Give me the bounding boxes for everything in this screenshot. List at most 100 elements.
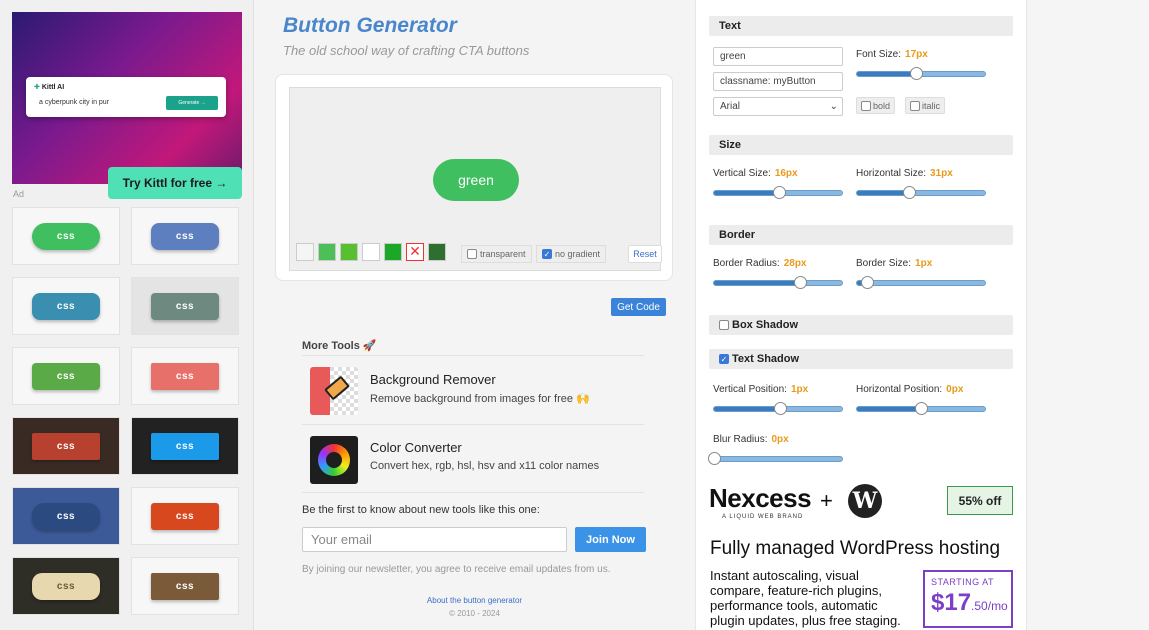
gallery-tile[interactable]: css xyxy=(131,487,239,545)
italic-checkbox[interactable] xyxy=(910,100,920,111)
bold-checkbox[interactable] xyxy=(861,100,871,111)
slider-handle[interactable] xyxy=(861,276,875,289)
blur-radius-label-text: Blur Radius: xyxy=(713,434,768,445)
eraser-icon[interactable] xyxy=(310,367,358,415)
join-now-button[interactable]: Join Now xyxy=(575,527,646,552)
kittl-logo-icon: ✚ xyxy=(34,84,40,91)
slider-handle[interactable] xyxy=(914,402,928,415)
horizontal-size-slider[interactable] xyxy=(856,186,986,199)
tool-desc-background-remover: Remove background from images for free 🙌 xyxy=(370,393,590,405)
try-kittl-button[interactable]: Try Kittl for free → xyxy=(108,167,242,199)
color-swatch[interactable] xyxy=(340,243,358,261)
tool-title-color-converter[interactable]: Color Converter xyxy=(370,440,462,455)
font-size-slider[interactable] xyxy=(856,67,986,80)
color-wheel-icon[interactable] xyxy=(310,436,358,484)
slider-handle[interactable] xyxy=(708,452,721,465)
section-size-label: Size xyxy=(719,139,742,151)
border-size-value: 1px xyxy=(915,258,933,269)
ad-generate-button: Generate → xyxy=(166,96,218,110)
border-size-slider[interactable] xyxy=(856,276,986,289)
section-border: Border xyxy=(709,225,1013,245)
italic-toggle[interactable]: italic xyxy=(905,97,946,114)
gallery-tile[interactable]: css xyxy=(12,557,120,615)
color-swatch[interactable] xyxy=(384,243,402,261)
tool-title-background-remover[interactable]: Background Remover xyxy=(370,372,496,387)
text-shadow-checkbox[interactable]: ✓ xyxy=(719,354,729,364)
price-suffix: .50/mo xyxy=(971,599,1008,613)
vertical-size-slider[interactable] xyxy=(713,186,843,199)
ad-body: Instant autoscaling, visual compare, fea… xyxy=(710,568,901,628)
slider-handle[interactable] xyxy=(774,402,788,415)
gallery-tile[interactable]: css xyxy=(12,207,120,265)
color-swatch[interactable] xyxy=(296,243,314,261)
about-link[interactable]: About the button generator xyxy=(254,596,695,605)
vertical-position-slider[interactable] xyxy=(713,402,843,415)
gallery-button-sample: css xyxy=(151,502,219,530)
gallery-tile[interactable]: css xyxy=(131,417,239,475)
ad-brand: ✚ Kittl AI xyxy=(34,83,64,91)
section-box-shadow[interactable]: Box Shadow xyxy=(709,315,1013,335)
border-size-label-text: Border Size: xyxy=(856,258,912,269)
text-input[interactable]: green xyxy=(713,47,843,66)
price-box[interactable]: STARTING AT $17.50/mo xyxy=(923,570,1013,628)
slider-handle[interactable] xyxy=(909,67,923,80)
remove-color-icon[interactable]: ✕ xyxy=(406,243,424,261)
font-select-value: Arial xyxy=(720,101,741,112)
nexcess-logo[interactable]: Nexcess xyxy=(709,483,812,514)
transparent-checkbox[interactable] xyxy=(467,249,477,259)
classname-input[interactable]: classname: myButton xyxy=(713,72,843,91)
gallery-tile[interactable]: css xyxy=(12,417,120,475)
gallery-tile[interactable]: css xyxy=(131,557,239,615)
vertical-size-label-text: Vertical Size: xyxy=(713,168,771,179)
blur-radius-slider[interactable] xyxy=(708,452,843,465)
vertical-position-label-text: Vertical Position: xyxy=(713,384,787,395)
slider-fill xyxy=(857,191,909,195)
no-gradient-checkbox[interactable]: ✓ xyxy=(542,249,552,259)
border-radius-slider[interactable] xyxy=(713,276,843,289)
no-gradient-option[interactable]: ✓ no gradient xyxy=(536,245,607,263)
slider-handle[interactable] xyxy=(793,276,807,289)
box-shadow-checkbox[interactable] xyxy=(719,320,729,330)
horizontal-position-slider[interactable] xyxy=(856,402,986,415)
color-swatch[interactable] xyxy=(318,243,336,261)
transparent-label: transparent xyxy=(480,249,526,259)
font-select[interactable]: Arial ⌄ xyxy=(713,97,843,116)
ad-headline[interactable]: Fully managed WordPress hosting xyxy=(710,538,1000,560)
horizontal-size-label: Horizontal Size: 31px xyxy=(856,168,953,179)
horizontal-position-label-text: Horizontal Position: xyxy=(856,384,943,395)
slider-handle[interactable] xyxy=(903,186,916,199)
bold-toggle[interactable]: bold xyxy=(856,97,896,114)
transparent-option[interactable]: transparent xyxy=(461,245,532,263)
font-size-label: Font Size: 17px xyxy=(856,49,928,60)
discount-badge[interactable]: 55% off xyxy=(947,486,1013,515)
gallery-button-sample: css xyxy=(151,362,219,390)
newsletter-text: Be the first to know about new tools lik… xyxy=(302,504,540,516)
color-swatch[interactable] xyxy=(428,243,446,261)
ad-brand-text: Kittl AI xyxy=(41,84,65,91)
vertical-position-label: Vertical Position: 1px xyxy=(713,384,808,395)
color-swatch[interactable] xyxy=(362,243,380,261)
gallery-tile[interactable]: css xyxy=(12,347,120,405)
gallery-tile[interactable]: css xyxy=(131,207,239,265)
section-text-shadow[interactable]: ✓ Text Shadow xyxy=(709,349,1013,369)
get-code-button[interactable]: Get Code xyxy=(611,298,666,316)
email-input[interactable]: Your email xyxy=(302,527,567,552)
kittl-ad-banner[interactable]: ✚ Kittl AI a cyberpunk city in pur Genera… xyxy=(12,12,242,184)
section-size: Size xyxy=(709,135,1013,155)
gallery-tile[interactable]: css xyxy=(12,487,120,545)
more-tools-title: More Tools 🚀 xyxy=(302,340,377,352)
section-border-label: Border xyxy=(719,229,756,241)
vertical-position-value: 1px xyxy=(790,384,809,395)
horizontal-size-label-text: Horizontal Size: xyxy=(856,168,927,179)
divider xyxy=(302,355,644,356)
preview-card: green ✕ transparent ✓ no gradient Reset xyxy=(275,74,673,281)
preview-button[interactable]: green xyxy=(433,159,519,201)
reset-button[interactable]: Reset xyxy=(628,245,662,263)
nexcess-tagline: A LIQUID WEB BRAND xyxy=(722,514,804,520)
gallery-tile[interactable]: css xyxy=(131,277,239,335)
gallery-tile[interactable]: css xyxy=(12,277,120,335)
ad-prompt-card: ✚ Kittl AI a cyberpunk city in pur Genera… xyxy=(26,77,226,117)
slider-handle[interactable] xyxy=(773,186,786,199)
gallery-button-sample: css xyxy=(151,572,219,600)
gallery-tile[interactable]: css xyxy=(131,347,239,405)
